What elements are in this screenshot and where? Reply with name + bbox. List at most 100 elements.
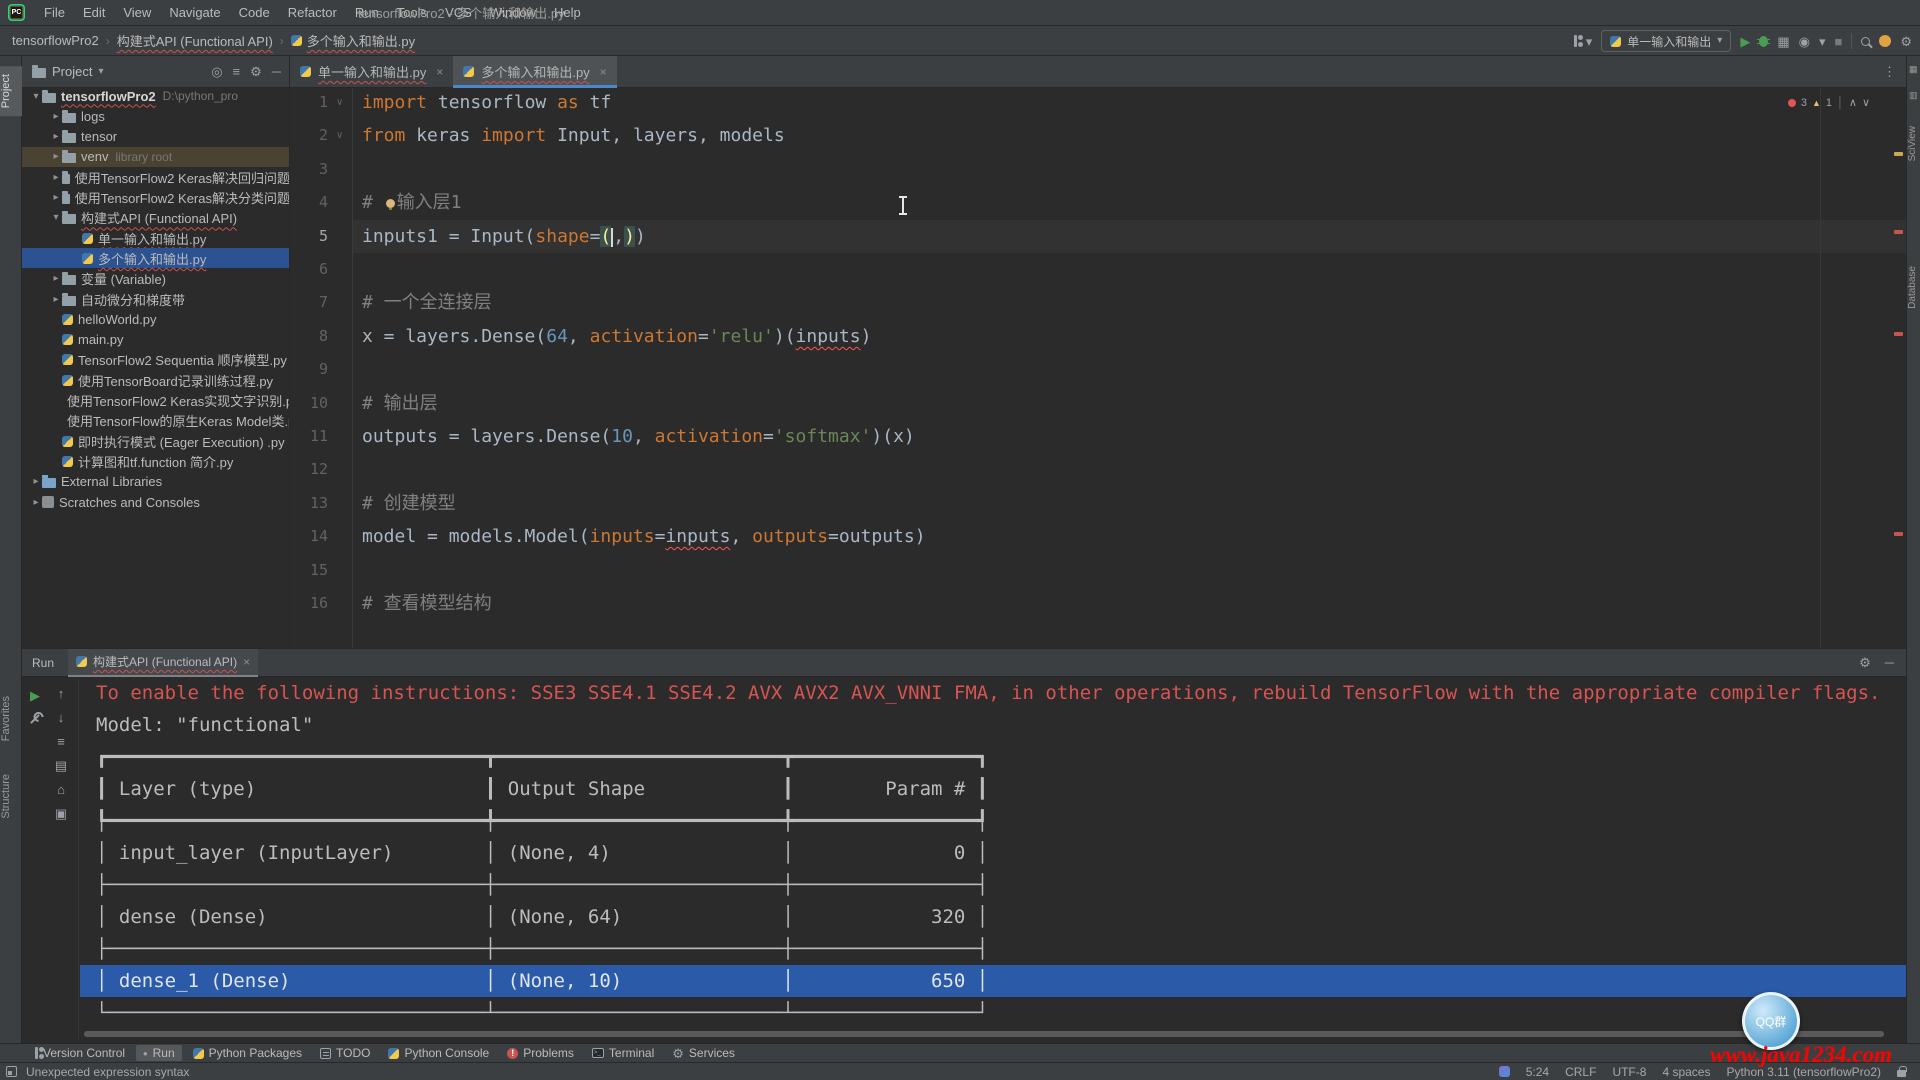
chevron-right-icon[interactable]: ▸: [50, 192, 62, 203]
toolbar-item-services[interactable]: ⚙Services: [665, 1045, 742, 1061]
collapse-icon[interactable]: ≡: [233, 65, 241, 78]
status-item[interactable]: UTF-8: [1612, 1065, 1646, 1079]
tree-item[interactable]: 即时执行模式 (Eager Execution) .py: [22, 431, 290, 451]
status-item[interactable]: 5:24: [1526, 1065, 1549, 1079]
toolbar-item-todo[interactable]: TODO: [313, 1045, 377, 1061]
run-green-button[interactable]: ▶: [30, 683, 40, 707]
chevron-right-icon[interactable]: ▸: [50, 172, 62, 183]
run-config-selector[interactable]: 单一输入和输出▾: [1601, 30, 1731, 52]
chevron-right-icon[interactable]: ▸: [30, 497, 42, 508]
list-button[interactable]: ▤: [55, 753, 67, 777]
home-button[interactable]: ⌂: [57, 777, 65, 801]
tree-item[interactable]: ▸venvlibrary root: [22, 147, 290, 167]
chevron-right-icon[interactable]: ▸: [50, 294, 62, 305]
gear-icon[interactable]: ⚙: [250, 65, 262, 78]
tree-item[interactable]: ▸使用TensorFlow2 Keras解决回归问题: [22, 167, 290, 187]
tree-item[interactable]: ▸logs: [22, 106, 290, 126]
menu-navigate[interactable]: Navigate: [160, 0, 229, 26]
tree-item[interactable]: ▾构建式API (Functional API): [22, 208, 290, 228]
chevron-right-icon[interactable]: ▸: [50, 111, 62, 122]
sidebar-item-favorites[interactable]: Favorites: [0, 696, 22, 741]
status-item[interactable]: 4 spaces: [1662, 1065, 1710, 1079]
prev-error-icon[interactable]: ∧: [1849, 96, 1857, 109]
tree-item[interactable]: 多个输入和输出.py: [22, 248, 290, 268]
down-button[interactable]: ↓: [58, 705, 65, 729]
gear-icon[interactable]: ⚙: [1859, 656, 1871, 669]
stop-icon[interactable]: ■: [1834, 35, 1842, 48]
tree-item[interactable]: TensorFlow2 Sequentia 顺序模型.py: [22, 350, 290, 370]
gear-icon[interactable]: ⚙: [1900, 35, 1912, 48]
inspections-widget[interactable]: 3 ▲ 1 │ ∧ ∨: [1788, 96, 1870, 109]
wrench-button[interactable]: [29, 707, 41, 731]
code-editor[interactable]: 1∨import tensorflow as tf2∨from keras im…: [290, 88, 1906, 648]
tree-item[interactable]: 使用TensorBoard记录训练过程.py: [22, 370, 290, 390]
toolbar-item-version-control[interactable]: Version Control: [28, 1045, 132, 1061]
run-icon[interactable]: ▶: [1740, 35, 1750, 48]
menu-view[interactable]: View: [114, 0, 160, 26]
layout-icon[interactable]: ▦: [1909, 64, 1918, 75]
sidebar-item-project[interactable]: Project: [0, 66, 22, 116]
tree-item[interactable]: ▸Scratches and Consoles: [22, 492, 290, 512]
breadcrumb-item[interactable]: 多个输入和输出.py: [291, 31, 415, 50]
project-panel-header[interactable]: Project ▾ ◎≡⚙─: [22, 56, 290, 88]
tool-window-switcher-icon[interactable]: [6, 1066, 17, 1077]
chevron-right-icon[interactable]: ▸: [50, 131, 62, 142]
tree-item[interactable]: helloWorld.py: [22, 309, 290, 329]
chevron-right-icon[interactable]: ▸: [30, 476, 42, 487]
right-stripe-sciview[interactable]: SciView: [1907, 126, 1920, 161]
tree-item[interactable]: ▸tensor: [22, 127, 290, 147]
chevron-down-icon[interactable]: ▾: [1819, 35, 1826, 48]
tree-item[interactable]: 使用TensorFlow的原生Keras Model类.py: [22, 411, 290, 431]
editor-tab[interactable]: 多个输入和输出.py×: [453, 56, 616, 87]
scrollbar-warning-mark[interactable]: [1894, 152, 1903, 156]
tree-item[interactable]: 使用TensorFlow2 Keras实现文字识别.py: [22, 391, 290, 411]
tree-item[interactable]: ▸自动微分和梯度带: [22, 289, 290, 309]
chevron-down-icon[interactable]: ▾: [30, 91, 42, 102]
close-icon[interactable]: ×: [436, 65, 443, 79]
horizontal-scrollbar[interactable]: [84, 1031, 1884, 1037]
more-icon[interactable]: ⋮: [1883, 64, 1896, 80]
menu-edit[interactable]: Edit: [74, 0, 114, 26]
toolbar-item-terminal[interactable]: >_Terminal: [585, 1045, 661, 1061]
tree-item[interactable]: ▸变量 (Variable): [22, 269, 290, 289]
lock-icon[interactable]: [1897, 1070, 1906, 1077]
search-icon[interactable]: [1861, 37, 1870, 46]
close-icon[interactable]: ×: [600, 65, 607, 79]
panel-icon[interactable]: ▥: [1909, 90, 1918, 101]
tree-item[interactable]: 计算图和tf.function 简介.py: [22, 451, 290, 471]
toolbar-item-run[interactable]: •Run: [136, 1045, 182, 1061]
minimize-icon[interactable]: ─: [272, 65, 281, 78]
right-stripe-database[interactable]: Database: [1907, 266, 1920, 309]
minimize-icon[interactable]: ─: [1885, 656, 1894, 669]
breadcrumb-item[interactable]: tensorflowPro2: [12, 33, 99, 48]
tree-item[interactable]: ▸使用TensorFlow2 Keras解决分类问题: [22, 188, 290, 208]
toolbar-item-problems[interactable]: !Problems: [500, 1045, 581, 1061]
editor-tab[interactable]: 单一输入和输出.py×: [290, 56, 453, 87]
profiler-icon[interactable]: ◉: [1799, 35, 1810, 48]
sidebar-item-structure[interactable]: Structure: [0, 774, 22, 819]
scrollbar-error-mark[interactable]: [1894, 532, 1903, 536]
scrollbar-error-mark[interactable]: [1894, 332, 1903, 336]
menu-file[interactable]: File: [35, 0, 74, 26]
run-tab[interactable]: 构建式API (Functional API) ×: [68, 649, 258, 677]
git-branch-icon[interactable]: [1574, 35, 1577, 47]
softwrap-button[interactable]: ≡: [57, 729, 65, 753]
toolbar-item-python-console[interactable]: Python Console: [381, 1045, 496, 1061]
menu-refactor[interactable]: Refactor: [279, 0, 346, 26]
status-item[interactable]: CRLF: [1565, 1065, 1596, 1079]
update-icon[interactable]: [1879, 35, 1891, 47]
intention-bulb-icon[interactable]: [386, 199, 395, 208]
target-icon[interactable]: ◎: [211, 65, 222, 78]
chevron-right-icon[interactable]: ▸: [50, 151, 62, 162]
close-icon[interactable]: ×: [243, 655, 250, 669]
tree-item[interactable]: ▸External Libraries: [22, 472, 290, 492]
coverage-icon[interactable]: ▦: [1777, 35, 1789, 48]
fold-icon[interactable]: ∨: [336, 88, 343, 119]
debug-icon[interactable]: [1759, 36, 1768, 47]
tree-item[interactable]: 单一输入和输出.py: [22, 228, 290, 248]
tree-item[interactable]: ▾tensorflowPro2D:\python_pro: [22, 88, 290, 106]
toolbar-item-python-packages[interactable]: Python Packages: [186, 1045, 309, 1061]
tree-item[interactable]: main.py: [22, 330, 290, 350]
next-error-icon[interactable]: ∨: [1862, 96, 1870, 109]
breadcrumb-item[interactable]: 构建式API (Functional API): [117, 31, 273, 50]
